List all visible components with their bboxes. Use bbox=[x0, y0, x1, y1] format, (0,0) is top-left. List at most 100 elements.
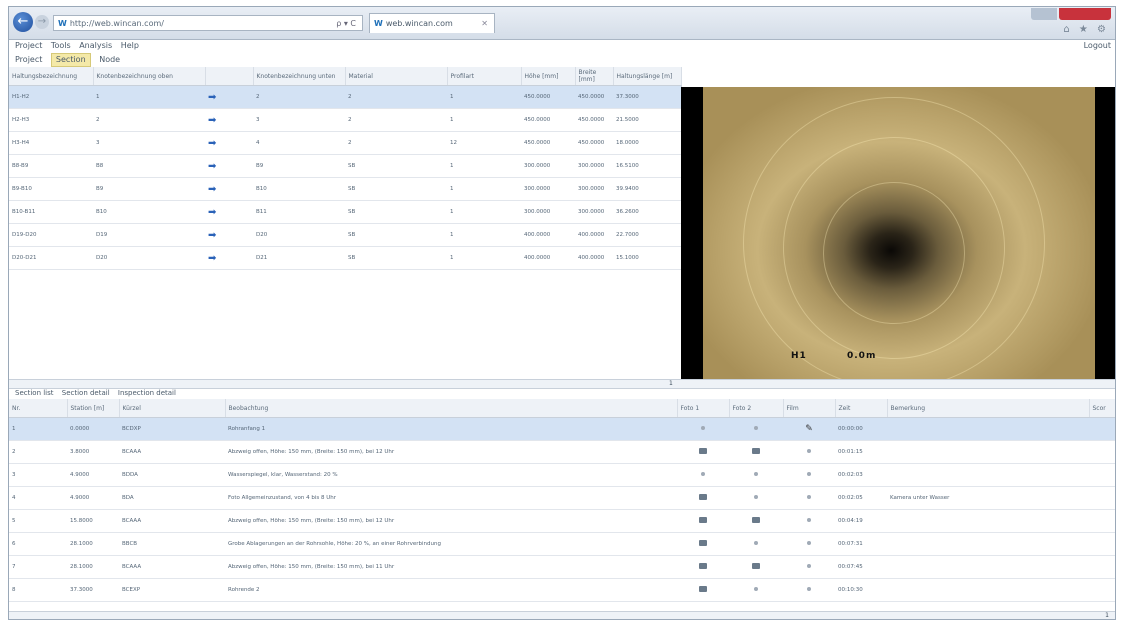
column-header[interactable]: Haltungsbezeichnung bbox=[9, 67, 94, 86]
browser-tab[interactable]: Wweb.wincan.com ✕ bbox=[369, 13, 495, 33]
length: 15.1000 bbox=[613, 246, 681, 270]
menu-tools[interactable]: Tools bbox=[51, 41, 71, 50]
column-header[interactable]: Haltungslänge [m] bbox=[613, 67, 682, 86]
column-header[interactable]: Foto 2 bbox=[729, 399, 784, 418]
column-header[interactable]: Bemerkung bbox=[887, 399, 1090, 418]
table-row[interactable]: 6 28.1000 BBCB Grobe Ablagerungen an der Ro… bbox=[9, 532, 1115, 556]
window-min-max-buttons[interactable] bbox=[1031, 8, 1057, 20]
address-bar[interactable]: Whttp://web.wincan.com/ ρ ▾ C bbox=[53, 15, 363, 31]
code: BCDXP bbox=[119, 417, 225, 441]
column-header[interactable]: Station [m] bbox=[67, 399, 120, 418]
column-header[interactable]: Scor bbox=[1089, 399, 1115, 418]
window-close-button[interactable] bbox=[1059, 8, 1111, 20]
tab-inspection-detail[interactable]: Inspection detail bbox=[118, 389, 176, 397]
tab-section[interactable]: Section bbox=[50, 53, 91, 67]
arrow-right-icon[interactable]: ➡ bbox=[208, 92, 216, 103]
film-cell bbox=[783, 532, 835, 556]
column-header[interactable]: Material bbox=[345, 67, 448, 86]
table-row[interactable]: 1 0.0000 BCDXP Rohranfang 1 ✎ 00:00:00 bbox=[9, 417, 1115, 441]
pipe-camera-image: H1 0.0m bbox=[703, 87, 1095, 379]
node-from: D19 bbox=[93, 223, 205, 247]
column-header[interactable]: Breite [mm] bbox=[575, 67, 614, 86]
table-row[interactable]: 2 3.8000 BCAAA Abzweig offen, Höhe: 150 mm,… bbox=[9, 440, 1115, 464]
tab-close-icon[interactable]: ✕ bbox=[481, 14, 488, 34]
photo-icon[interactable] bbox=[699, 494, 707, 500]
table-row[interactable]: D20-D21 D20 ➡ D21 SB 1 400.0000 400.0000… bbox=[9, 246, 681, 270]
foto1-cell bbox=[677, 532, 729, 556]
arrow-right-icon[interactable]: ➡ bbox=[208, 115, 216, 126]
tab-project[interactable]: Project bbox=[11, 53, 46, 67]
toolbar-icons[interactable]: ⌂ ★ ⚙ bbox=[1063, 24, 1109, 35]
table-row[interactable]: H3-H4 3 ➡ 4 2 12 450.0000 450.0000 18.00… bbox=[9, 131, 681, 155]
table-row[interactable]: 8 37.3000 BCEXP Rohrende 2 00:10:30 bbox=[9, 578, 1115, 602]
film-icon[interactable]: ✎ bbox=[805, 424, 813, 434]
table-row[interactable]: B8-B9 B8 ➡ B9 SB 1 300.0000 300.0000 16.… bbox=[9, 154, 681, 178]
arrow-right-icon[interactable]: ➡ bbox=[208, 230, 216, 241]
arrow-right-icon[interactable]: ➡ bbox=[208, 161, 216, 172]
forward-arrow-icon[interactable]: → bbox=[35, 15, 49, 29]
table-row[interactable]: B9-B10 B9 ➡ B10 SB 1 300.0000 300.0000 3… bbox=[9, 177, 681, 201]
table-row[interactable]: 3 4.9000 BDDA Wasserspiegel, klar, Wasserst… bbox=[9, 463, 1115, 487]
arrow-right-icon[interactable]: ➡ bbox=[208, 253, 216, 264]
menu-project[interactable]: Project bbox=[15, 41, 42, 50]
inspection-video[interactable]: H1 0.0m bbox=[681, 87, 1115, 379]
arrow-right-icon[interactable]: ➡ bbox=[208, 184, 216, 195]
row-number: 3 bbox=[9, 463, 67, 487]
menu-help[interactable]: Help bbox=[121, 41, 139, 50]
column-header[interactable]: Foto 1 bbox=[677, 399, 730, 418]
column-header[interactable]: Zeit bbox=[835, 399, 888, 418]
menu-analysis[interactable]: Analysis bbox=[79, 41, 112, 50]
row-number: 1 bbox=[9, 417, 67, 441]
section-name: B10-B11 bbox=[9, 200, 93, 224]
column-header[interactable]: Kürzel bbox=[119, 399, 226, 418]
back-arrow-icon[interactable]: ← bbox=[13, 12, 33, 32]
photo-icon[interactable] bbox=[699, 563, 707, 569]
column-header[interactable]: Knotenbezeichnung unten bbox=[253, 67, 346, 86]
node-from: 2 bbox=[93, 108, 205, 132]
photo-icon[interactable] bbox=[699, 586, 707, 592]
table-row[interactable]: 5 15.8000 BCAAA Abzweig offen, Höhe: 150 mm… bbox=[9, 509, 1115, 533]
profile: 1 bbox=[447, 177, 521, 201]
column-header[interactable]: Höhe [mm] bbox=[521, 67, 576, 86]
empty-dot-icon bbox=[807, 472, 811, 476]
photo-icon[interactable] bbox=[752, 448, 760, 454]
page-number[interactable]: 1 bbox=[1105, 612, 1109, 619]
arrow-cell: ➡ bbox=[205, 154, 253, 178]
observation: Rohranfang 1 bbox=[225, 417, 677, 441]
row-number: 8 bbox=[9, 578, 67, 602]
column-header[interactable]: Beobachtung bbox=[225, 399, 678, 418]
tab-node[interactable]: Node bbox=[95, 53, 124, 67]
remark: Kamera unter Wasser bbox=[887, 486, 1089, 510]
photo-icon[interactable] bbox=[699, 540, 707, 546]
column-header[interactable] bbox=[205, 67, 254, 86]
empty-dot-icon bbox=[807, 541, 811, 545]
time: 00:00:00 bbox=[835, 417, 887, 441]
photo-icon[interactable] bbox=[699, 517, 707, 523]
arrow-right-icon[interactable]: ➡ bbox=[208, 138, 216, 149]
photo-icon[interactable] bbox=[752, 517, 760, 523]
table-row[interactable]: 7 28.1000 BCAAA Abzweig offen, Höhe: 150 mm… bbox=[9, 555, 1115, 579]
column-header[interactable]: Profilart bbox=[447, 67, 522, 86]
material: SB bbox=[345, 223, 447, 247]
logout-link[interactable]: Logout bbox=[1084, 39, 1111, 53]
foto1-cell bbox=[677, 578, 729, 602]
page-number[interactable]: 1 bbox=[669, 380, 673, 387]
column-header[interactable]: Film bbox=[783, 399, 836, 418]
material: SB bbox=[345, 154, 447, 178]
observation: Grobe Ablagerungen an der Rohrsohle, Höh… bbox=[225, 532, 677, 556]
address-tools[interactable]: ρ ▾ C bbox=[336, 16, 356, 30]
table-row[interactable]: H1-H2 1 ➡ 2 2 1 450.0000 450.0000 37.300… bbox=[9, 85, 681, 109]
column-header[interactable]: Nr. bbox=[9, 399, 68, 418]
tab-section-detail[interactable]: Section detail bbox=[62, 389, 110, 397]
arrow-right-icon[interactable]: ➡ bbox=[208, 207, 216, 218]
photo-icon[interactable] bbox=[752, 563, 760, 569]
table-row[interactable]: H2-H3 2 ➡ 3 2 1 450.0000 450.0000 21.500… bbox=[9, 108, 681, 132]
table-row[interactable]: 4 4.9000 BDA Foto Allgemeinzustand, von 4 b… bbox=[9, 486, 1115, 510]
width: 300.0000 bbox=[575, 154, 613, 178]
table-row[interactable]: D19-D20 D19 ➡ D20 SB 1 400.0000 400.0000… bbox=[9, 223, 681, 247]
table-row[interactable]: B10-B11 B10 ➡ B11 SB 1 300.0000 300.0000… bbox=[9, 200, 681, 224]
column-header[interactable]: Knotenbezeichnung oben bbox=[93, 67, 206, 86]
section-name: B9-B10 bbox=[9, 177, 93, 201]
photo-icon[interactable] bbox=[699, 448, 707, 454]
tab-section-list[interactable]: Section list bbox=[15, 389, 54, 397]
